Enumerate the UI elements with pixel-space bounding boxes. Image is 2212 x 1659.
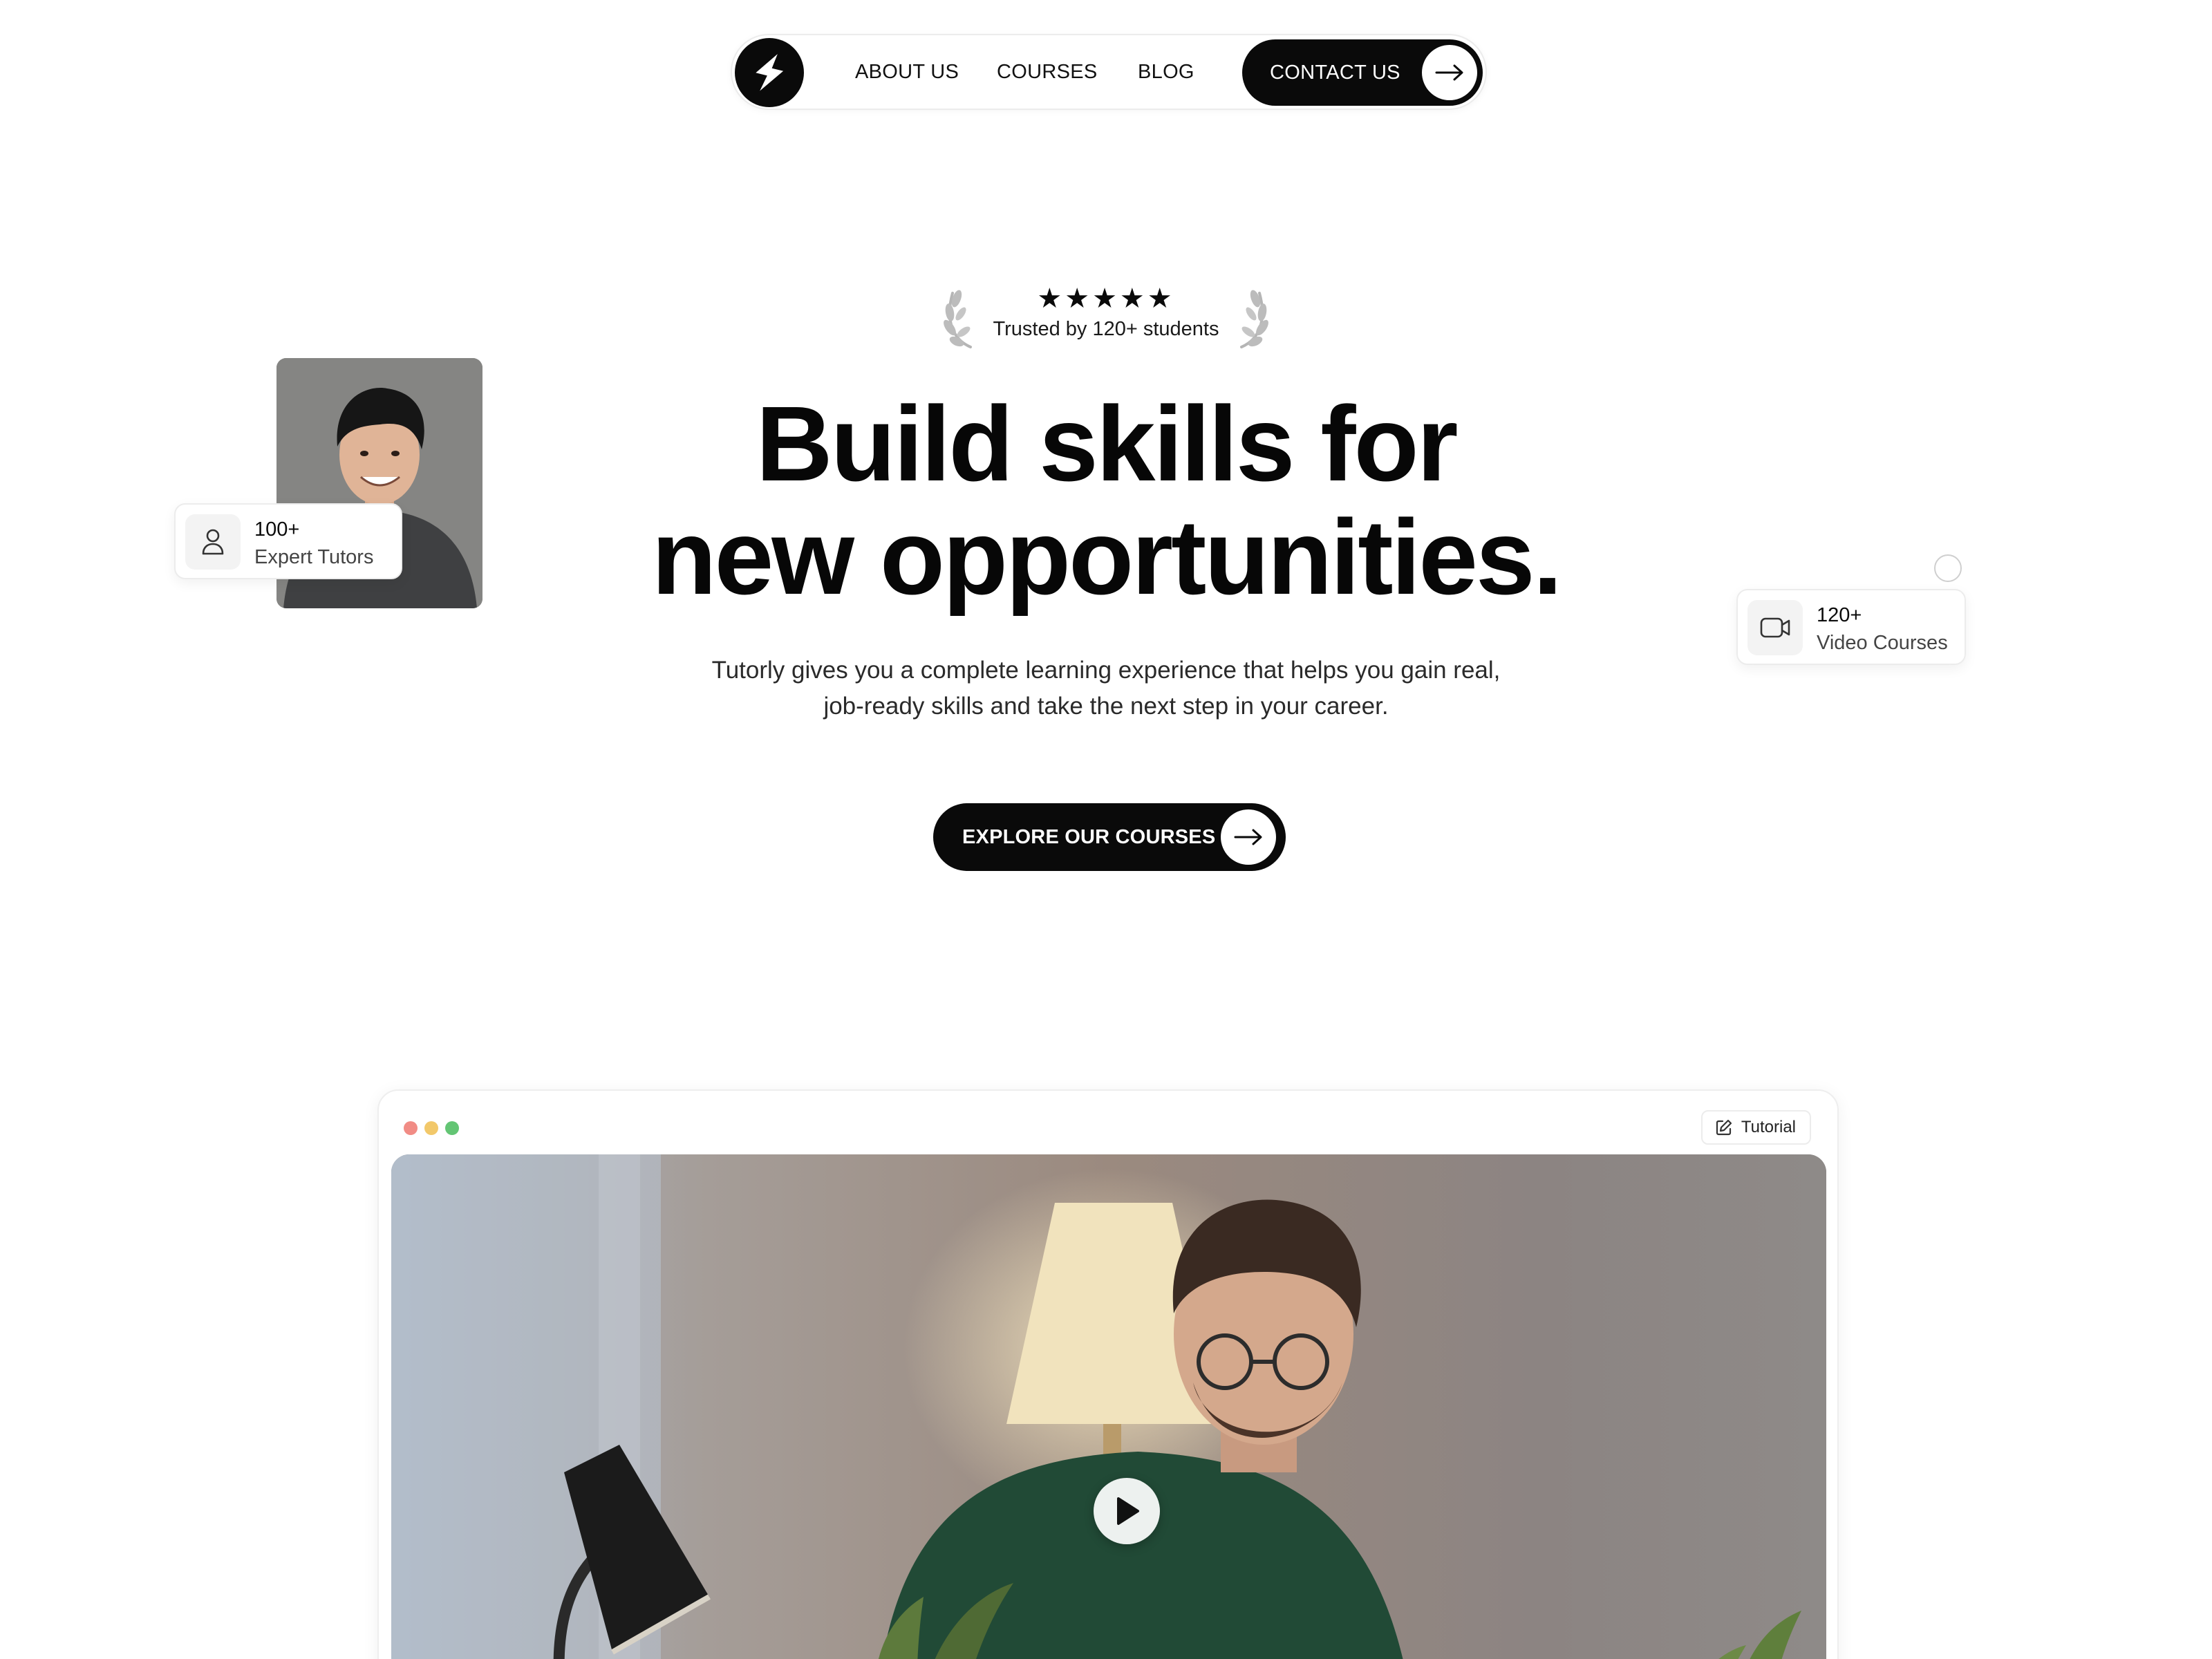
rating-badge: ★★★★★ Trusted by 120+ students <box>926 276 1286 353</box>
nav-link-blog[interactable]: BLOG <box>1138 35 1194 109</box>
courses-label: Video Courses <box>1817 632 1948 654</box>
video-player-window: Tutorial <box>377 1089 1839 1659</box>
window-dot-yellow <box>424 1121 438 1135</box>
video-courses-card: 120+ Video Courses <box>1736 589 1966 665</box>
play-icon <box>1117 1497 1139 1525</box>
explore-courses-label: EXPLORE OUR COURSES <box>962 826 1216 848</box>
edit-icon <box>1716 1119 1732 1136</box>
explore-arrow-circle <box>1221 809 1276 865</box>
tutors-label: Expert Tutors <box>254 546 374 568</box>
arrow-right-icon <box>1435 64 1463 81</box>
courses-count: 120+ <box>1817 604 1862 626</box>
user-icon <box>185 514 241 570</box>
video-camera-icon <box>1747 600 1803 655</box>
logo-button[interactable] <box>735 38 804 107</box>
contact-us-label: CONTACT US <box>1270 62 1400 84</box>
landing-page: ABOUT US COURSES BLOG CONTACT US ★★★★★ T… <box>0 0 2212 1659</box>
play-button[interactable] <box>1094 1478 1160 1544</box>
contact-us-button[interactable]: CONTACT US <box>1242 39 1483 106</box>
expert-tutors-card: 100+ Expert Tutors <box>174 503 402 579</box>
tutors-count: 100+ <box>254 518 300 541</box>
arrow-right-icon <box>1234 829 1262 845</box>
tutorial-tag[interactable]: Tutorial <box>1700 1110 1811 1145</box>
tutorial-tag-label: Tutorial <box>1741 1118 1796 1136</box>
top-navigation: ABOUT US COURSES BLOG CONTACT US <box>731 34 1487 110</box>
laurel-right-icon <box>1240 290 1268 348</box>
explore-courses-button[interactable]: EXPLORE OUR COURSES <box>933 803 1286 871</box>
contact-arrow-circle <box>1422 45 1477 100</box>
window-dot-red <box>404 1121 418 1135</box>
window-dot-green <box>445 1121 459 1135</box>
video-scene-illustration <box>391 1154 1826 1659</box>
nav-link-about-us[interactable]: ABOUT US <box>855 35 959 109</box>
video-thumbnail[interactable] <box>391 1154 1826 1659</box>
hero-subtitle-line-2: job-ready skills and take the next step … <box>823 693 1389 720</box>
lightning-bolt-icon <box>756 54 784 91</box>
decorative-circle <box>1934 554 1962 582</box>
nav-link-courses[interactable]: COURSES <box>997 35 1098 109</box>
